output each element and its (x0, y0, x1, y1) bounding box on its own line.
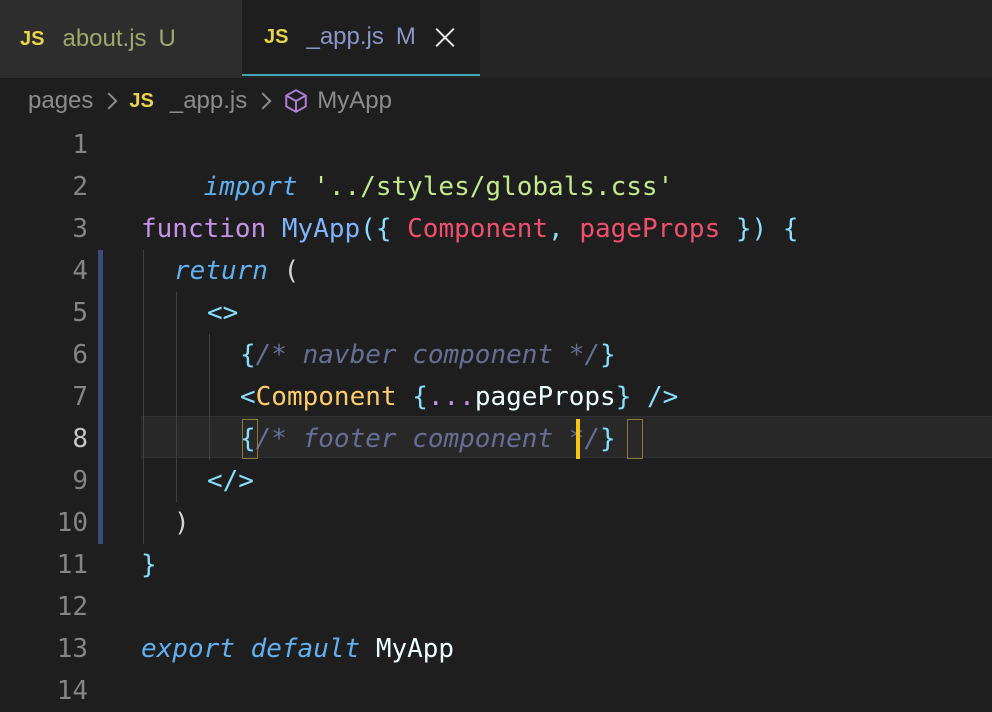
line-number: 14 (56, 676, 88, 706)
punctuation: /> (647, 382, 679, 412)
js-file-icon: JS (264, 25, 289, 48)
function-name: MyApp (281, 214, 361, 244)
tab-bar-empty-area (480, 0, 992, 78)
parameter: pageProps (579, 214, 721, 244)
punctuation: } (615, 382, 632, 412)
code-line-content: ) (0, 502, 992, 544)
identifier: MyApp (375, 634, 455, 664)
spread-operator: ... (427, 382, 475, 412)
code-line: 14 (0, 670, 992, 712)
code-line-content: <Component {...pageProps} /> (0, 376, 992, 418)
parameter: Component (407, 214, 549, 244)
comment: /* navber component */ (255, 340, 601, 370)
keyword: export (141, 634, 235, 664)
tab-label: _app.js (306, 23, 384, 50)
code-line-content: <> (0, 292, 992, 334)
tab-status-modified: M (395, 23, 416, 50)
line-number: 2 (72, 172, 88, 202)
code-line-content: import '../styles/globals.css' (0, 124, 992, 202)
chevron-right-icon (100, 92, 118, 110)
comment: /* footer component (255, 424, 554, 454)
code-line-content: } (0, 544, 992, 586)
code-line-content: return ( (0, 250, 992, 292)
punctuation: } (600, 340, 616, 370)
punctuation: } (141, 550, 157, 580)
string-literal: '../styles/globals.css' (313, 172, 674, 202)
bracket-match-highlight (242, 419, 258, 459)
breadcrumb: pages JS _app.js MyApp (0, 78, 992, 124)
code-line: 12 (0, 586, 992, 628)
keyword: import (203, 172, 298, 202)
jsx-fragment-open: <> (207, 298, 239, 328)
jsx-component: Component (255, 382, 397, 412)
punctuation: { (240, 340, 256, 370)
line-number: 12 (56, 592, 88, 622)
keyword: function (141, 214, 267, 244)
keyword: return (174, 256, 268, 286)
chevron-right-icon (254, 92, 272, 110)
code-line-content: {/* footer component */} (0, 418, 992, 460)
breadcrumb-symbol[interactable]: MyApp (317, 87, 392, 115)
punctuation: { (782, 214, 799, 244)
punctuation: < (240, 382, 256, 412)
punctuation: ( (283, 256, 300, 286)
tab-bar: JS about.js U JS _app.js M (0, 0, 992, 78)
cube-icon (285, 89, 307, 113)
code-line-content: export default MyApp (0, 628, 992, 670)
breadcrumb-file[interactable]: _app.js (170, 87, 247, 115)
bracket-match-highlight (627, 419, 643, 459)
code-line-content: {/* navber component */} (0, 334, 992, 376)
identifier: pageProps (474, 382, 616, 412)
breadcrumb-folder[interactable]: pages (28, 87, 93, 115)
punctuation: }) (735, 214, 768, 244)
punctuation: } (600, 424, 616, 454)
tab-app-js[interactable]: JS _app.js M (242, 0, 480, 76)
close-icon[interactable] (434, 26, 456, 48)
code-line-content: </> (0, 460, 992, 502)
punctuation: ({ (360, 214, 392, 244)
js-file-icon: JS (129, 89, 154, 112)
code-editor[interactable]: 1 2 3 4 5 6 7 8 9 10 11 12 13 14 import … (0, 124, 992, 706)
punctuation: ) (174, 508, 190, 538)
text-cursor (576, 419, 580, 459)
js-file-icon: JS (20, 27, 45, 50)
punctuation: , (548, 214, 564, 244)
tab-about-js[interactable]: JS about.js U (0, 0, 242, 78)
punctuation: { (412, 382, 428, 412)
keyword: default (250, 634, 361, 664)
tab-status-untracked: U (158, 25, 176, 52)
jsx-fragment-close: </> (207, 466, 254, 496)
tab-label: about.js (62, 25, 147, 52)
code-line-content: function MyApp({ Component, pageProps })… (0, 208, 992, 250)
